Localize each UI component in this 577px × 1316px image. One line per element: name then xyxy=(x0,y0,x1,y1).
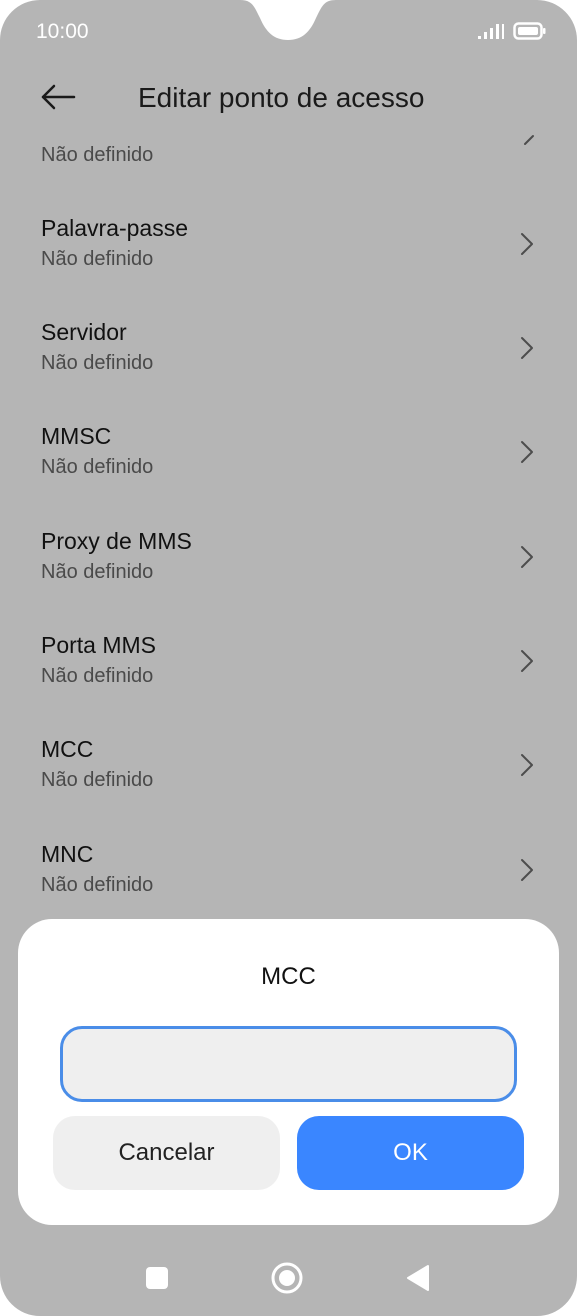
list-item-value: Não definido xyxy=(41,769,154,791)
list-item-label: MCC xyxy=(41,736,94,762)
list-item-value: Não definido xyxy=(41,561,154,583)
chevron-right-icon xyxy=(521,859,533,881)
dialog-title: MCC xyxy=(261,963,316,990)
list-item-partial[interactable]: Não definido xyxy=(0,130,577,178)
mcc-input[interactable] xyxy=(60,1026,517,1102)
chevron-right-icon xyxy=(521,650,533,672)
chevron-right-icon xyxy=(524,135,534,145)
list-item-palavra-passe[interactable]: Palavra-passe Não definido xyxy=(0,215,577,319)
list-item-value: Não definido xyxy=(41,352,154,374)
cancel-button[interactable]: Cancelar xyxy=(53,1116,280,1190)
mcc-edit-dialog: MCC Cancelar OK xyxy=(18,919,559,1225)
list-item-value: Não definido xyxy=(41,248,154,270)
page-title: Editar ponto de acesso xyxy=(138,82,425,113)
list-item-label: Palavra-passe xyxy=(41,215,189,241)
system-nav-bar xyxy=(0,1240,577,1316)
list-item-mcc[interactable]: MCC Não definido xyxy=(0,736,577,840)
list-item-label: Servidor xyxy=(41,319,127,345)
list-item-value: Não definido xyxy=(41,874,154,896)
status-time: 10:00 xyxy=(36,20,89,43)
list-item-value: Não definido xyxy=(41,456,154,478)
battery-icon xyxy=(513,22,546,40)
list-item-label: Porta MMS xyxy=(41,632,157,658)
list-item-mmsc[interactable]: MMSC Não definido xyxy=(0,423,577,527)
back-triangle-icon[interactable] xyxy=(404,1263,432,1293)
list-item-value: Não definido xyxy=(41,665,154,687)
home-circle-icon[interactable] xyxy=(270,1261,304,1295)
list-item-label: MMSC xyxy=(41,423,112,449)
chevron-right-icon xyxy=(521,546,533,568)
chevron-right-icon xyxy=(521,441,533,463)
chevron-right-icon xyxy=(521,754,533,776)
list-item-servidor[interactable]: Servidor Não definido xyxy=(0,319,577,423)
list-item-porta-mms[interactable]: Porta MMS Não definido xyxy=(0,632,577,736)
back-arrow-icon[interactable] xyxy=(40,82,76,112)
phone-screen: 10:00 Editar ponto de acesso Não definid… xyxy=(0,0,577,1316)
list-item-value: Não definido xyxy=(41,144,154,166)
list-item-proxy-mms[interactable]: Proxy de MMS Não definido xyxy=(0,528,577,632)
ok-button[interactable]: OK xyxy=(297,1116,524,1190)
chevron-right-icon xyxy=(521,233,533,255)
recents-square-icon[interactable] xyxy=(146,1267,168,1289)
app-header: Editar ponto de acesso xyxy=(0,64,577,134)
list-item-label: Proxy de MMS xyxy=(41,528,192,554)
list-item-label: MNC xyxy=(41,841,94,867)
signal-icon xyxy=(478,24,504,39)
status-icons xyxy=(477,22,547,40)
chevron-right-icon xyxy=(521,337,533,359)
status-bar: 10:00 xyxy=(0,0,577,64)
